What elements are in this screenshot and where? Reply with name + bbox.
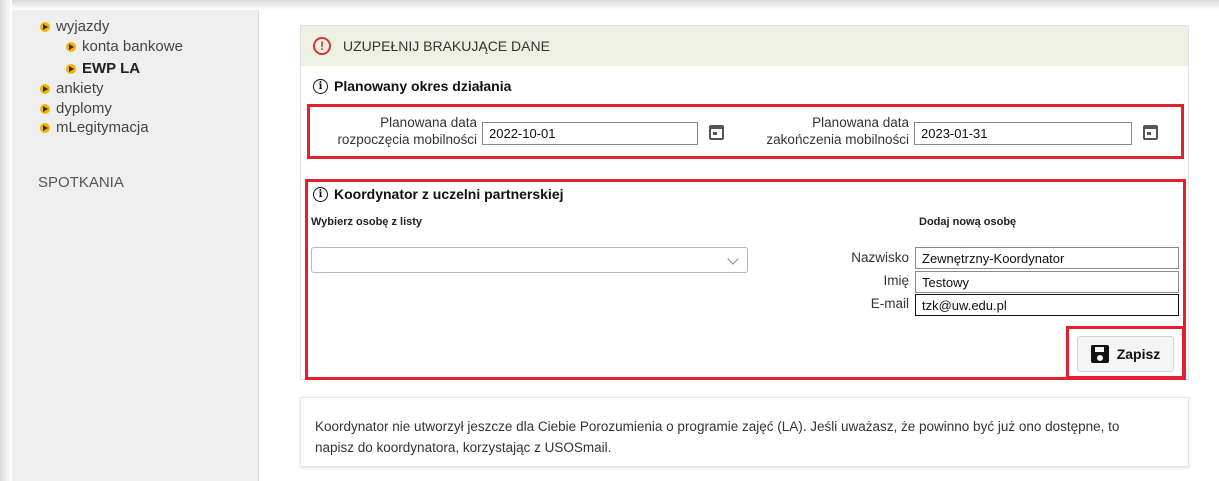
info-icon: i	[313, 78, 328, 94]
period-title-text: Planowany okres działania	[334, 78, 512, 94]
warning-icon: !	[313, 37, 331, 55]
period-section-title: i Planowany okres działania	[313, 78, 511, 94]
no-la-notice: Koordynator nie utworzył jeszcze dla Cie…	[300, 397, 1189, 467]
sidebar-item-konta-bankowe[interactable]: konta bankowe	[66, 38, 183, 55]
sidebar-item-label: ankiety	[56, 80, 104, 97]
chevron-down-icon	[727, 253, 739, 265]
sidebar-item-label: dyplomy	[56, 100, 112, 117]
panel-title: UZUPEŁNIJ BRAKUJĄCE DANE	[343, 38, 550, 54]
sidebar-item-mlegitymacja[interactable]: mLegitymacja	[40, 119, 149, 136]
sidebar-item-ankiety[interactable]: ankiety	[40, 80, 104, 97]
save-button-label: Zapisz	[1116, 346, 1161, 362]
bullet-icon	[40, 103, 50, 114]
bullet-icon	[66, 41, 76, 52]
save-button[interactable]: Zapisz	[1077, 336, 1174, 372]
bullet-icon	[40, 83, 50, 94]
sidebar-item-dyplomy[interactable]: dyplomy	[40, 100, 112, 117]
start-date-label: Planowana data rozpoczęcia mobilności	[331, 114, 477, 148]
add-person-label: Dodaj nową osobę	[919, 216, 1017, 228]
coordinator-select[interactable]	[311, 247, 748, 273]
bullet-icon	[40, 122, 50, 133]
name-input[interactable]	[915, 271, 1179, 293]
end-date-label-line2: zakończenia mobilności	[766, 132, 909, 147]
end-date-label-line1: Planowana data	[812, 115, 909, 130]
bullet-icon	[66, 63, 76, 74]
email-input[interactable]	[915, 294, 1179, 316]
missing-data-panel: ! UZUPEŁNIJ BRAKUJĄCE DANE i Planowany o…	[300, 25, 1189, 380]
surname-label: Nazwisko	[851, 250, 909, 265]
start-date-label-line2: rozpoczęcia mobilności	[337, 132, 477, 147]
sidebar: wyjazdy konta bankowe EWP LA ankiety dyp…	[12, 10, 259, 481]
coordinator-title-text: Koordynator z uczelni partnerskiej	[334, 186, 564, 202]
sidebar-item-label: mLegitymacja	[56, 119, 149, 136]
floppy-disk-icon	[1090, 345, 1109, 363]
window-shadow-top	[0, 0, 1219, 10]
calendar-icon[interactable]	[1143, 125, 1158, 140]
sidebar-item-label: EWP LA	[82, 60, 141, 77]
info-icon: i	[313, 186, 328, 202]
end-date-input[interactable]	[914, 122, 1132, 145]
end-date-label: Planowana data zakończenia mobilności	[761, 114, 909, 148]
sidebar-item-ewp-la[interactable]: EWP LA	[66, 60, 140, 77]
window-shadow-left	[0, 0, 12, 481]
sidebar-item-label: konta bankowe	[82, 38, 183, 55]
choose-person-label: Wybierz osobę z listy	[311, 216, 423, 228]
panel-header: ! UZUPEŁNIJ BRAKUJĄCE DANE	[301, 26, 1188, 66]
bullet-icon	[40, 21, 50, 32]
sidebar-item-label: wyjazdy	[56, 18, 110, 35]
notice-line-2: napisz do koordynatora, korzystając z US…	[315, 440, 612, 455]
sidebar-item-wyjazdy[interactable]: wyjazdy	[40, 18, 109, 35]
calendar-icon[interactable]	[709, 125, 724, 140]
email-label: E-mail	[870, 296, 909, 311]
name-label: Imię	[883, 273, 909, 288]
surname-input[interactable]	[915, 247, 1179, 269]
start-date-label-line1: Planowana data	[380, 115, 477, 130]
sidebar-section-spotkania[interactable]: SPOTKANIA	[38, 174, 124, 191]
notice-line-1: Koordynator nie utworzył jeszcze dla Cie…	[315, 419, 1120, 434]
coordinator-section-title: i Koordynator z uczelni partnerskiej	[313, 186, 564, 202]
start-date-input[interactable]	[482, 122, 698, 145]
